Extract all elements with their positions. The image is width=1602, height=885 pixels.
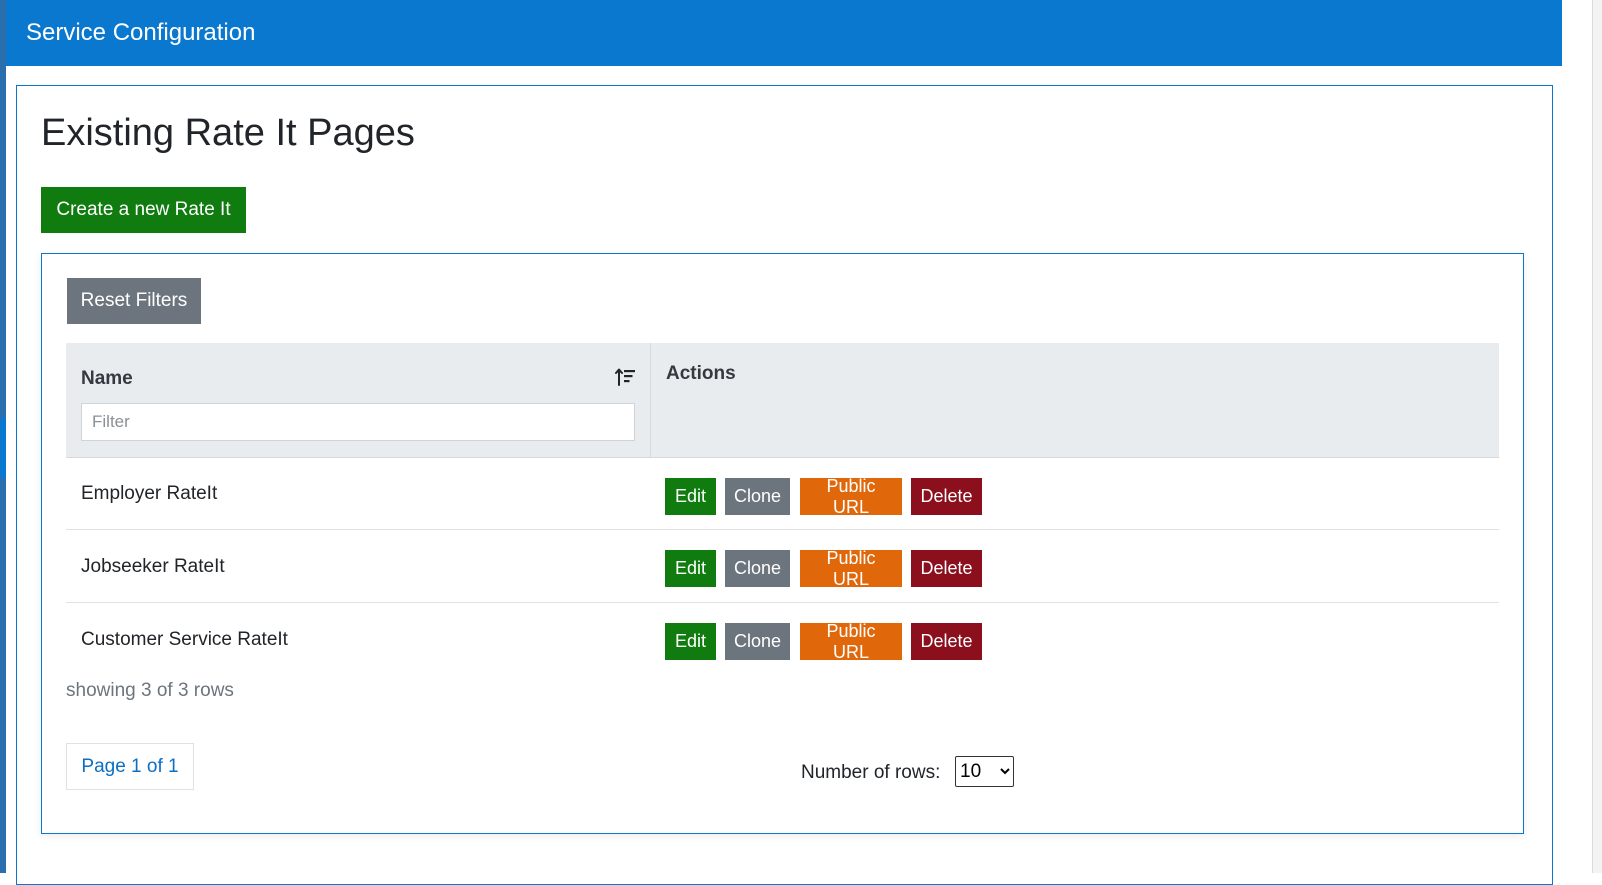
- delete-button[interactable]: Delete: [911, 623, 982, 660]
- column-header-actions: Actions: [666, 363, 736, 384]
- public-url-button[interactable]: Public URL: [800, 476, 902, 517]
- clone-button[interactable]: Clone: [725, 623, 790, 660]
- row-count-text: showing 3 of 3 rows: [66, 680, 234, 701]
- header-divider: [650, 343, 651, 458]
- create-rate-it-button[interactable]: Create a new Rate It: [41, 187, 246, 233]
- row-divider: [66, 602, 1499, 603]
- public-url-button[interactable]: Public URL: [800, 621, 902, 662]
- edit-button[interactable]: Edit: [665, 550, 716, 587]
- table-card: [41, 253, 1524, 834]
- reset-filters-button[interactable]: Reset Filters: [67, 278, 201, 324]
- sort-descending-icon[interactable]: [614, 366, 636, 388]
- rows-per-page-label: Number of rows:: [801, 762, 941, 783]
- row-name: Employer RateIt: [81, 483, 218, 504]
- app-header: Service Configuration: [6, 0, 1562, 66]
- page-title: Existing Rate It Pages: [41, 112, 415, 154]
- clone-button[interactable]: Clone: [725, 550, 790, 587]
- rows-per-page-select[interactable]: 10: [955, 756, 1014, 787]
- edit-button[interactable]: Edit: [665, 478, 716, 515]
- page-indicator[interactable]: Page 1 of 1: [66, 743, 194, 790]
- scrollbar[interactable]: [1592, 0, 1602, 873]
- edit-button[interactable]: Edit: [665, 623, 716, 660]
- left-edge-accent: [0, 418, 6, 478]
- left-edge: [0, 0, 6, 873]
- row-divider: [66, 529, 1499, 530]
- public-url-button[interactable]: Public URL: [800, 548, 902, 589]
- delete-button[interactable]: Delete: [911, 550, 982, 587]
- delete-button[interactable]: Delete: [911, 478, 982, 515]
- column-header-name[interactable]: Name: [81, 368, 133, 390]
- row-name: Customer Service RateIt: [81, 629, 288, 650]
- app-title: Service Configuration: [26, 19, 256, 46]
- name-filter-input[interactable]: [81, 403, 635, 441]
- clone-button[interactable]: Clone: [725, 478, 790, 515]
- row-name: Jobseeker RateIt: [81, 556, 225, 577]
